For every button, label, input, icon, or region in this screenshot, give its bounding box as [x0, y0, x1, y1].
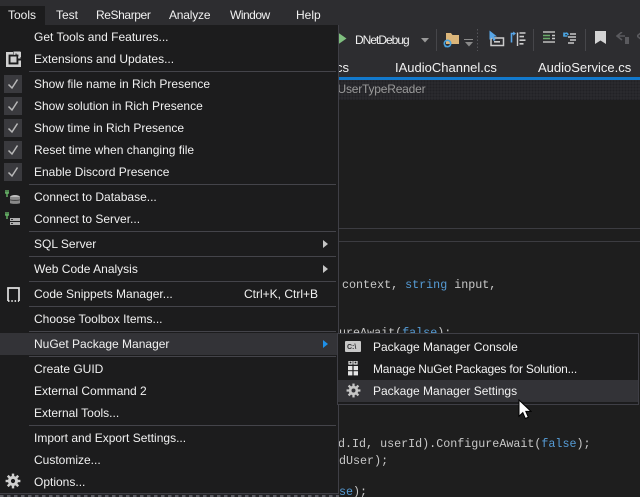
svg-text:C:\: C:\	[347, 344, 356, 351]
